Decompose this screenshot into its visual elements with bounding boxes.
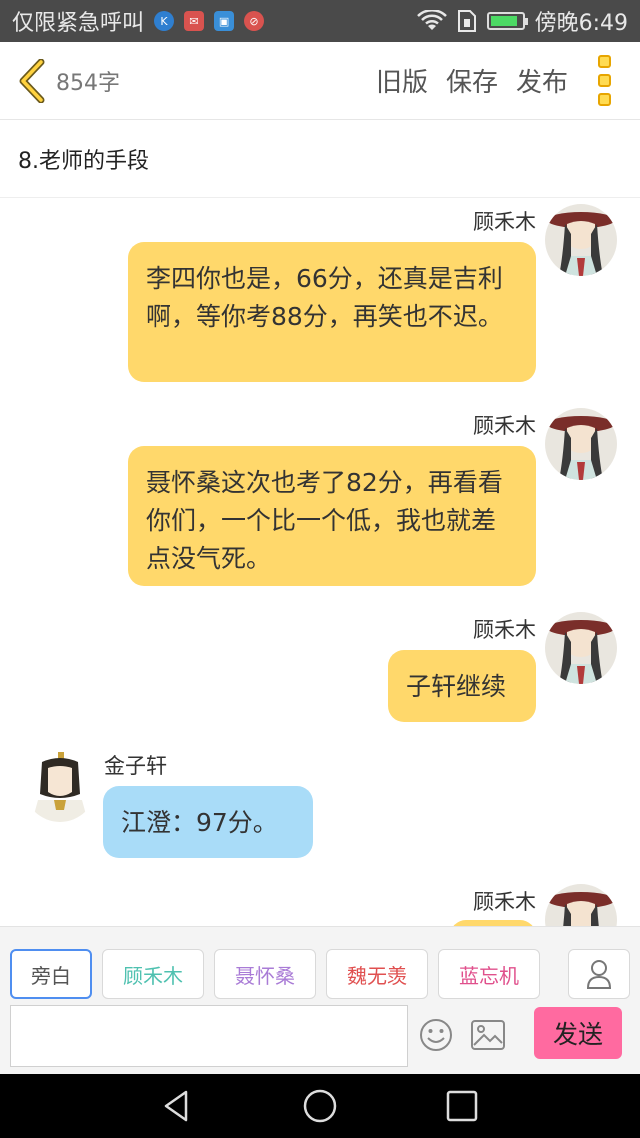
avatar[interactable] bbox=[545, 612, 617, 684]
speaker-name: 金子轩 bbox=[104, 754, 167, 778]
avatar[interactable] bbox=[545, 204, 617, 276]
carrier-text: 仅限紧急呼叫 bbox=[12, 11, 145, 36]
image-icon: ▣ bbox=[214, 11, 235, 31]
old-version-button[interactable]: 旧版 bbox=[376, 62, 428, 99]
avatar-gu-hemu-icon bbox=[545, 884, 617, 926]
image-upload-icon[interactable] bbox=[470, 1019, 506, 1051]
chevron-left-icon bbox=[19, 58, 45, 103]
chat-area[interactable]: 顾禾木 李四你也是，66分，还真是吉利啊，等你考88分，再笑也不迟。 顾禾木 聂… bbox=[0, 198, 640, 926]
message-text: 江澄：97分。 bbox=[121, 808, 278, 837]
sim-icon bbox=[457, 10, 476, 32]
message-bubble[interactable]: 江澄：97分。 bbox=[103, 786, 313, 858]
avatar[interactable] bbox=[545, 408, 617, 480]
chapter-title-bar[interactable]: 8.老师的手段 bbox=[0, 120, 640, 198]
avatar-jin-zixuan-icon bbox=[24, 750, 96, 822]
system-nav-bar bbox=[0, 1074, 640, 1138]
save-button[interactable]: 保存 bbox=[446, 62, 498, 99]
person-icon bbox=[586, 960, 612, 989]
back-button[interactable] bbox=[16, 57, 48, 105]
character-chip-gu-hemu[interactable]: 顾禾木 bbox=[102, 949, 204, 999]
speaker-name: 顾禾木 bbox=[473, 890, 536, 914]
character-chip-label: 聂怀桑 bbox=[235, 963, 295, 988]
clock-text: 傍晚6:49 bbox=[534, 11, 628, 36]
nav-back-icon[interactable] bbox=[160, 1088, 196, 1124]
mail-icon: ✉ bbox=[184, 11, 205, 31]
publish-button[interactable]: 发布 bbox=[516, 62, 568, 99]
avatar-gu-hemu-icon bbox=[545, 408, 617, 480]
more-dot bbox=[597, 55, 611, 68]
avatar[interactable] bbox=[545, 884, 617, 926]
composer-panel: 旁白 顾禾木 聂怀桑 魏无羡 蓝忘机 发送 bbox=[0, 926, 640, 1074]
character-chip-narrator[interactable]: 旁白 bbox=[10, 949, 92, 999]
word-count: 854字 bbox=[56, 70, 120, 96]
more-dot bbox=[597, 93, 611, 106]
message-text: 聂怀桑这次也考了82分，再看看你们，一个比一个低，我也就差点没气死。 bbox=[146, 468, 503, 573]
status-bar: 仅限紧急呼叫 K ✉ ▣ ⊘ 傍晚6:49 bbox=[0, 0, 640, 42]
wifi-icon bbox=[416, 10, 447, 30]
avatar[interactable] bbox=[24, 750, 96, 822]
message-bubble[interactable]: 子轩继续 bbox=[388, 650, 536, 722]
send-button[interactable]: 发送 bbox=[534, 1007, 622, 1059]
character-chip-wei-wuxian[interactable]: 魏无羡 bbox=[326, 949, 428, 999]
manage-characters-button[interactable] bbox=[568, 949, 630, 999]
message-input[interactable] bbox=[10, 1005, 408, 1067]
character-selector: 旁白 顾禾木 聂怀桑 魏无羡 蓝忘机 bbox=[10, 949, 540, 999]
character-chip-label: 蓝忘机 bbox=[459, 963, 519, 988]
battery-icon bbox=[486, 12, 528, 30]
k-icon: K bbox=[154, 11, 175, 31]
character-chip-label: 顾禾木 bbox=[123, 963, 183, 988]
message-bubble[interactable]: 聂怀桑这次也考了82分，再看看你们，一个比一个低，我也就差点没气死。 bbox=[128, 446, 536, 586]
chapter-title: 8.老师的手段 bbox=[18, 148, 149, 174]
avatar-gu-hemu-icon bbox=[545, 204, 617, 276]
speaker-name: 顾禾木 bbox=[473, 414, 536, 438]
character-chip-nie-huaisang[interactable]: 聂怀桑 bbox=[214, 949, 316, 999]
message-bubble[interactable]: 李四你也是，66分，还真是吉利啊，等你考88分，再笑也不迟。 bbox=[128, 242, 536, 382]
nav-home-icon[interactable] bbox=[302, 1088, 338, 1124]
speaker-name: 顾禾木 bbox=[473, 210, 536, 234]
character-chip-lan-wangji[interactable]: 蓝忘机 bbox=[438, 949, 540, 999]
blocked-icon: ⊘ bbox=[244, 11, 265, 31]
editor-toolbar: 854字 旧版 保存 发布 bbox=[0, 42, 640, 120]
message-text: 子轩继续 bbox=[406, 672, 507, 701]
message-text: 李四你也是，66分，还真是吉利啊，等你考88分，再笑也不迟。 bbox=[146, 264, 503, 331]
more-dot bbox=[597, 74, 611, 87]
speaker-name: 顾禾木 bbox=[473, 618, 536, 642]
avatar-gu-hemu-icon bbox=[545, 612, 617, 684]
emoji-icon[interactable] bbox=[418, 1017, 454, 1053]
character-chip-label: 旁白 bbox=[31, 963, 71, 988]
send-label: 发送 bbox=[552, 1020, 603, 1049]
character-chip-label: 魏无羡 bbox=[347, 963, 407, 988]
nav-recents-icon[interactable] bbox=[444, 1088, 480, 1124]
more-menu-button[interactable] bbox=[590, 55, 618, 106]
